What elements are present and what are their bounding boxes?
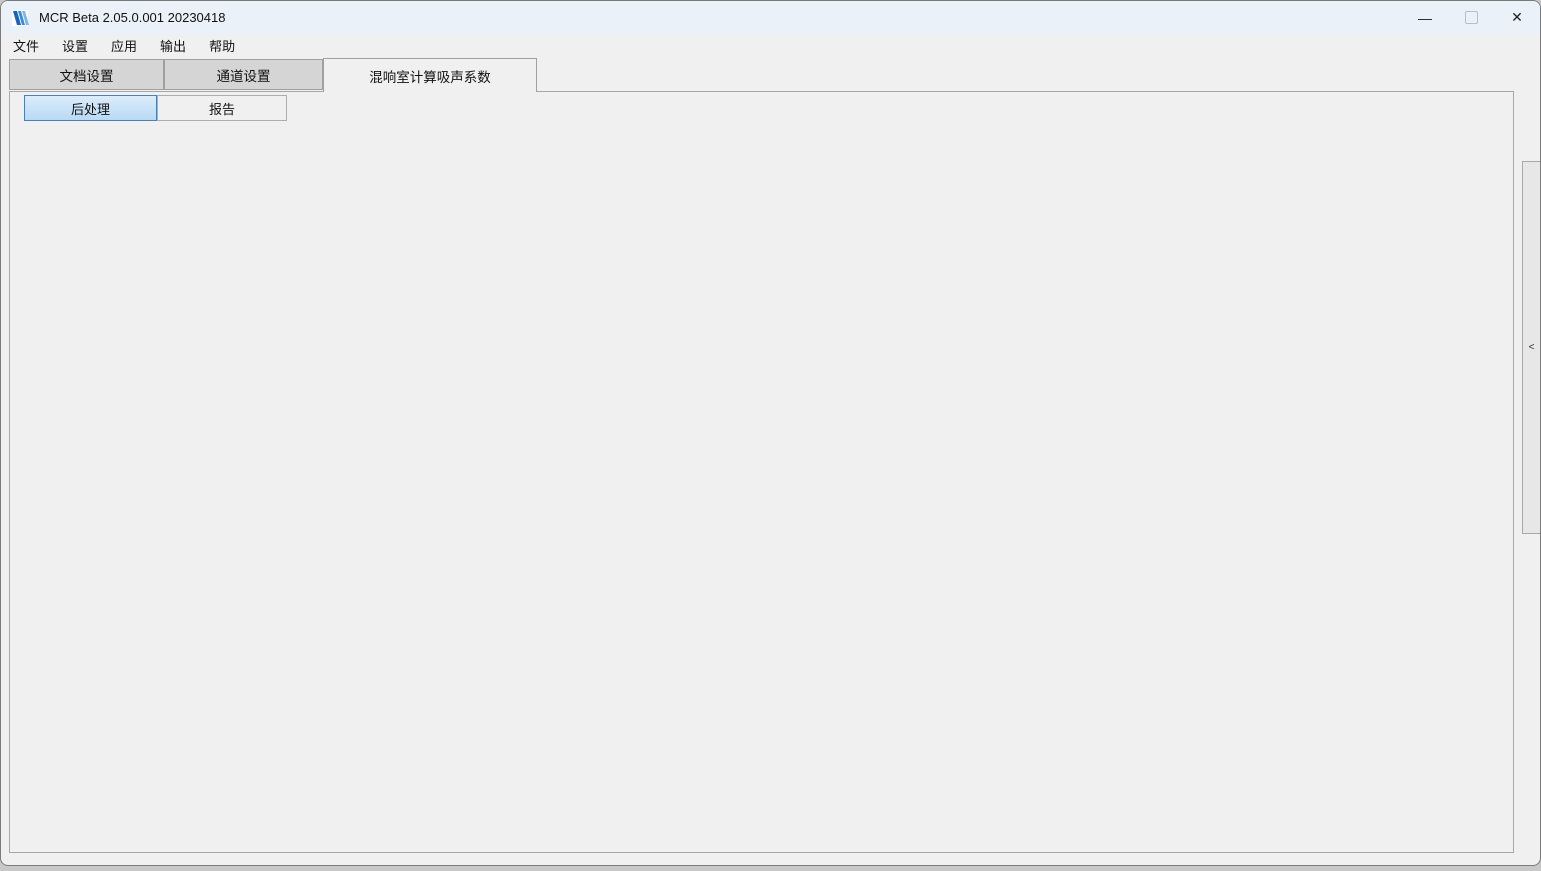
subtab-1[interactable]: 报告	[157, 95, 287, 121]
maximize-icon	[1465, 11, 1478, 24]
window-controls: — ✕	[1402, 1, 1540, 34]
menu-item-1[interactable]: 设置	[54, 34, 96, 57]
close-button[interactable]: ✕	[1494, 1, 1540, 34]
tab-1[interactable]: 通道设置	[164, 59, 323, 90]
maximize-button[interactable]	[1448, 1, 1494, 34]
menu-item-2[interactable]: 应用	[103, 34, 145, 57]
tab-bar: 文档设置通道设置混响室计算吸声系数	[1, 57, 1540, 92]
subtab-0[interactable]: 后处理	[24, 95, 157, 121]
window-title: MCR Beta 2.05.0.001 20230418	[39, 10, 225, 25]
app-logo-icon	[12, 9, 30, 27]
menu-item-0[interactable]: 文件	[5, 34, 47, 57]
tab-2[interactable]: 混响室计算吸声系数	[323, 58, 537, 92]
menu-bar: 文件设置应用输出帮助	[1, 34, 1540, 57]
subtab-bar: 后处理报告	[9, 91, 409, 125]
menu-item-3[interactable]: 输出	[152, 34, 194, 57]
content-pane	[9, 91, 1514, 853]
minimize-button[interactable]: —	[1402, 1, 1448, 34]
title-bar: MCR Beta 2.05.0.001 20230418 — ✕	[1, 1, 1540, 34]
tab-0[interactable]: 文档设置	[9, 59, 164, 90]
menu-item-4[interactable]: 帮助	[201, 34, 243, 57]
app-window: MCR Beta 2.05.0.001 20230418 — ✕ 文件设置应用输…	[0, 0, 1541, 866]
collapse-panel-handle[interactable]: <	[1522, 161, 1541, 534]
